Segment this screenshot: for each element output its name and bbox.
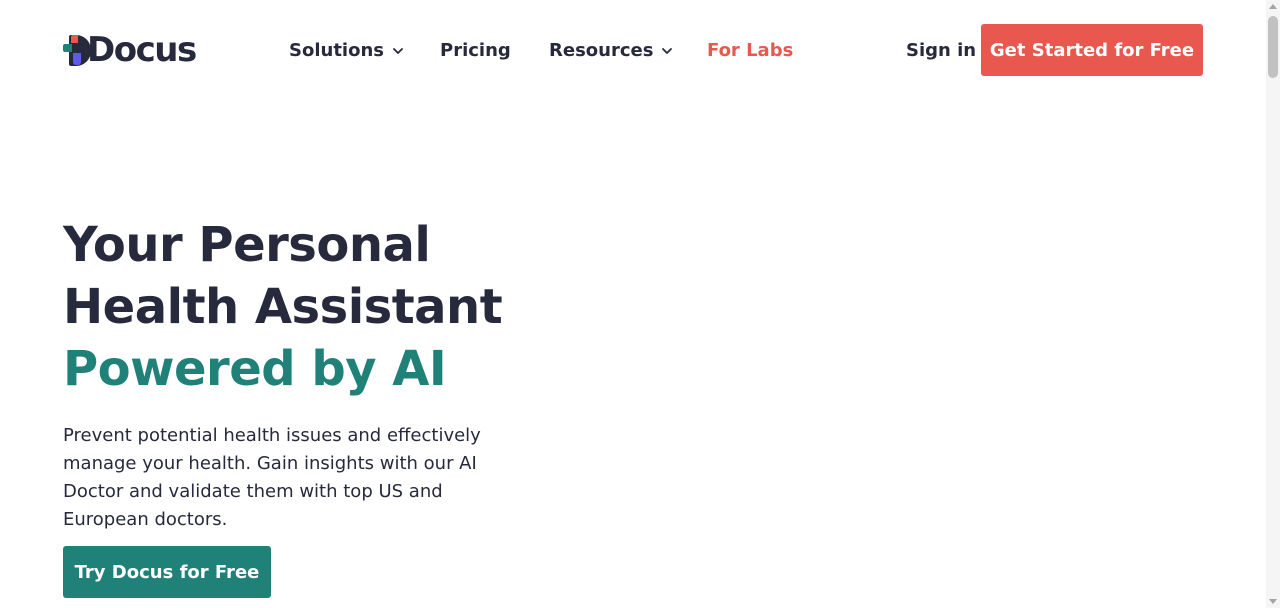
nav-item-label: Pricing — [440, 40, 511, 61]
get-started-button[interactable]: Get Started for Free — [981, 24, 1203, 76]
scrollbar-thumb[interactable] — [1268, 16, 1278, 78]
nav-item-label: For Labs — [707, 40, 794, 61]
try-docus-button[interactable]: Try Docus for Free — [63, 546, 271, 598]
scroll-down-arrow-icon[interactable] — [1269, 599, 1277, 604]
nav-item-pricing[interactable]: Pricing — [440, 38, 511, 64]
chevron-down-icon — [392, 45, 404, 57]
hero-title-accent: Powered by AI — [63, 341, 447, 397]
hero-title: Your Personal Health Assistant Powered b… — [63, 214, 503, 400]
hero-description: Prevent potential health issues and effe… — [63, 425, 481, 530]
chevron-down-icon — [661, 45, 673, 57]
nav-item-solutions[interactable]: Solutions — [289, 38, 404, 64]
sign-in-link[interactable]: Sign in — [906, 38, 976, 64]
site-header: Docus Solutions Pricing Resources For La… — [0, 0, 1266, 100]
hero-title-line-2: Health Assistant — [63, 279, 503, 335]
page-scrollbar[interactable] — [1266, 0, 1280, 608]
logo-wordmark: Docus — [87, 30, 197, 70]
docus-logo[interactable]: Docus — [63, 30, 197, 70]
docus-logo-mark-icon — [63, 33, 91, 67]
nav-item-label: Solutions — [289, 40, 384, 61]
scroll-up-arrow-icon[interactable] — [1269, 4, 1277, 9]
hero-title-line-1: Your Personal — [63, 217, 431, 273]
nav-item-for-labs[interactable]: For Labs — [707, 38, 793, 64]
nav-item-resources[interactable]: Resources — [549, 38, 673, 64]
nav-item-label: Resources — [549, 40, 654, 61]
